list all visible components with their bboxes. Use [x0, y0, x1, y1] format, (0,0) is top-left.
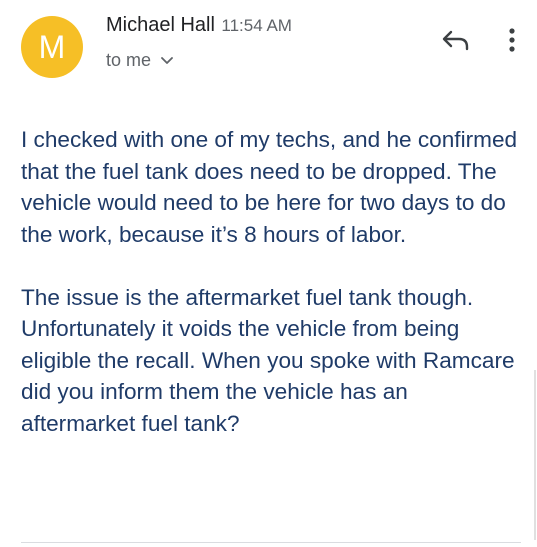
sender-name[interactable]: Michael Hall: [106, 14, 215, 36]
more-options-button[interactable]: [498, 26, 526, 58]
more-vertical-icon: [508, 27, 516, 58]
reply-button[interactable]: [440, 26, 472, 58]
sender-line: Michael Hall 11:54 AM: [106, 14, 292, 37]
chevron-down-icon: [161, 56, 173, 65]
scrollbar[interactable]: [534, 370, 536, 540]
divider: [21, 542, 521, 543]
message-paragraph: The issue is the aftermarket fuel tank t…: [21, 284, 515, 436]
timestamp: 11:54 AM: [221, 16, 292, 35]
message-body: I checked with one of my techs, and he c…: [21, 124, 521, 471]
recipient-details-toggle[interactable]: to me: [106, 50, 173, 71]
reply-icon: [442, 29, 470, 56]
message-paragraph: I checked with one of my techs, and he c…: [21, 127, 518, 247]
email-header: M Michael Hall 11:54 AM to me: [0, 0, 537, 90]
recipient-label: to me: [106, 50, 152, 70]
avatar[interactable]: M: [21, 16, 83, 78]
